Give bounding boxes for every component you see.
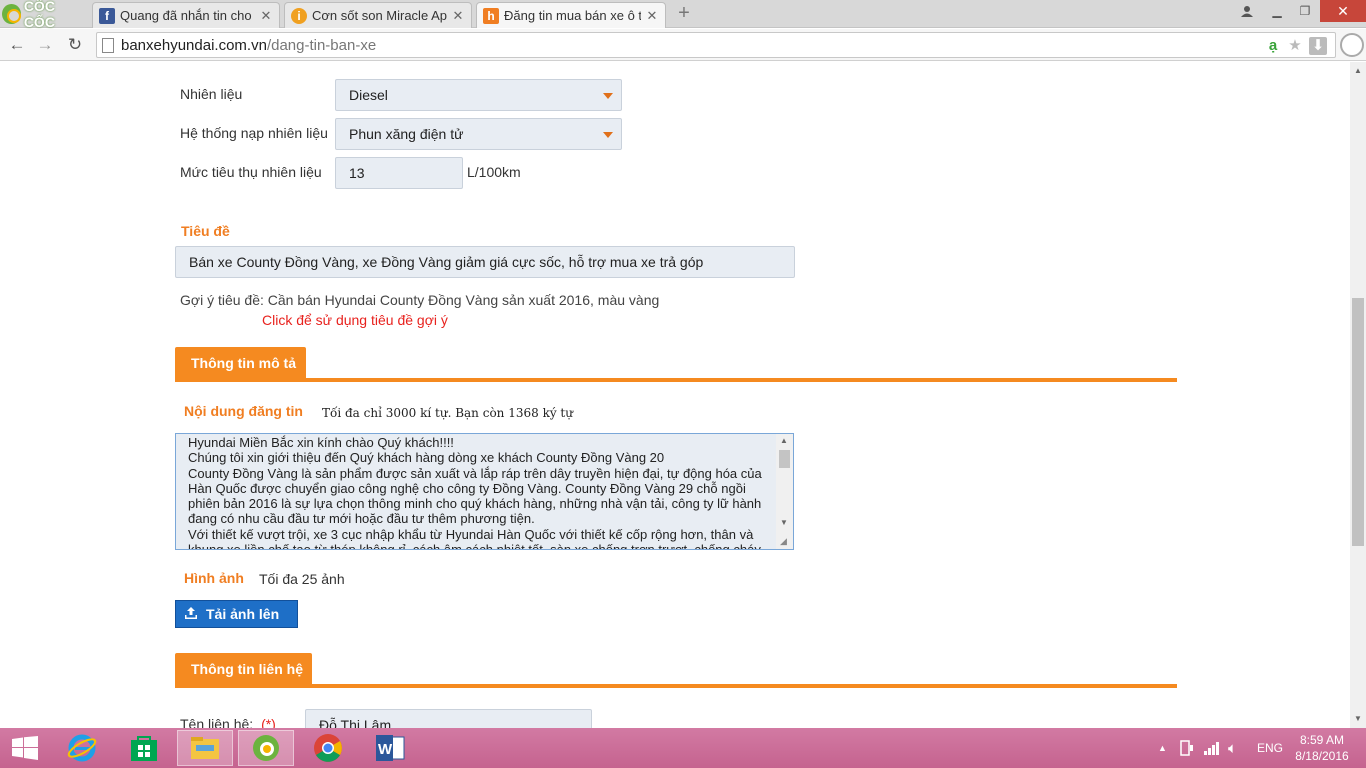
h-logo-icon: h	[483, 7, 499, 24]
coccoc-logo[interactable]: CỐC CỐC	[2, 0, 86, 30]
back-arrow-icon[interactable]: ←	[6, 34, 28, 56]
upload-images-button[interactable]: Tải ảnh lên	[175, 600, 298, 628]
fuel-system-value: Phun xăng điện tử	[349, 126, 464, 142]
title-value: Bán xe County Đồng Vàng, xe Đồng Vàng gi…	[189, 254, 704, 270]
consumption-value: 13	[349, 165, 365, 181]
svg-text:W: W	[378, 741, 393, 758]
chevron-down-icon	[603, 93, 613, 99]
images-limit-note: Tối đa 25 ảnh	[259, 571, 345, 587]
info-circle-icon: i	[291, 7, 307, 24]
scroll-down-icon[interactable]: ▼	[780, 518, 788, 527]
start-windows-icon[interactable]	[0, 730, 50, 766]
description-text: Hyundai Miền Bắc xin kính chào Quý khách…	[188, 435, 762, 550]
download-icon[interactable]: ⬇	[1309, 37, 1327, 55]
profile-icon[interactable]	[1340, 33, 1364, 57]
description-textarea[interactable]: Hyundai Miền Bắc xin kính chào Quý khách…	[175, 433, 794, 550]
bookmark-star-icon[interactable]: ★	[1285, 37, 1305, 55]
page-content: Nhiên liệu Diesel Hệ thống nạp nhiên liệ…	[0, 62, 1350, 728]
network-signal-icon[interactable]	[1204, 728, 1220, 768]
tab-title: Đăng tin mua bán xe ô tô	[504, 8, 641, 23]
url-field[interactable]: banxehyundai.com.vn/dang-tin-ban-xe ạ ★ …	[96, 32, 1336, 58]
clock-time: 8:59 AM	[1299, 733, 1345, 747]
clock-date: 8/18/2016	[1295, 749, 1349, 763]
chevron-down-icon	[603, 132, 613, 138]
tab-miracle-apo[interactable]: i Cơn sốt son Miracle Apo C ✕	[284, 2, 472, 28]
contact-name-input[interactable]: Đỗ Thị Lâm	[305, 709, 592, 728]
coccoc-logo-icon	[2, 4, 21, 24]
upload-icon	[185, 607, 197, 619]
clock[interactable]: 8:59 AM 8/18/2016	[1294, 728, 1350, 768]
close-tab-icon[interactable]: ✕	[259, 8, 273, 24]
windows-store-icon[interactable]	[116, 730, 172, 766]
tab-contact-info: Thông tin liên hệ	[175, 653, 312, 686]
content-heading: Nội dung đăng tin	[184, 403, 303, 419]
suggestion-value: Cần bán Hyundai County Đồng Vàng sản xuấ…	[267, 292, 660, 308]
contact-name-label: Tên liên hệ: (*)	[180, 716, 276, 728]
new-tab-icon[interactable]: +	[674, 3, 694, 24]
fuel-label: Nhiên liệu	[180, 86, 243, 102]
fuel-system-select[interactable]: Phun xăng điện tử	[335, 118, 622, 150]
close-tab-icon[interactable]: ✕	[645, 8, 659, 24]
resize-handle-icon[interactable]: ◢	[780, 536, 787, 547]
upload-button-label: Tải ảnh lên	[206, 606, 280, 622]
title-heading: Tiêu đề	[181, 223, 230, 239]
section-divider	[175, 378, 1177, 382]
coccoc-browser-icon[interactable]	[238, 730, 294, 766]
title-suggestion: Gợi ý tiêu đề: Cần bán Hyundai County Đồ…	[180, 292, 659, 308]
vietnamese-typing-icon[interactable]: ạ	[1263, 37, 1283, 55]
chrome-icon[interactable]	[300, 730, 356, 766]
tab-title: Quang đã nhắn tin cho bạ	[120, 8, 255, 23]
tablet-icon[interactable]	[1180, 728, 1194, 768]
images-heading: Hình ảnh	[184, 570, 244, 586]
page-scroll-thumb[interactable]	[1352, 298, 1364, 546]
close-window-icon[interactable]: ✕	[1320, 0, 1366, 22]
textarea-scrollbar[interactable]: ▲ ▼ ◢	[776, 434, 793, 549]
tab-facebook[interactable]: f Quang đã nhắn tin cho bạ ✕	[92, 2, 280, 28]
reload-icon[interactable]: ↻	[64, 34, 86, 56]
microsoft-word-icon[interactable]: W	[362, 730, 418, 766]
tab-description-info: Thông tin mô tả	[175, 347, 306, 380]
browser-tab-bar: CỐC CỐC f Quang đã nhắn tin cho bạ ✕ i C…	[0, 0, 1366, 30]
scroll-up-icon[interactable]: ▲	[780, 436, 788, 445]
textarea-scroll-thumb[interactable]	[779, 450, 790, 468]
close-tab-icon[interactable]: ✕	[451, 8, 465, 24]
forward-arrow-icon[interactable]: →	[34, 34, 56, 56]
facebook-icon: f	[99, 7, 115, 24]
show-hidden-icons[interactable]: ▲	[1158, 728, 1167, 768]
required-mark: (*)	[261, 716, 276, 728]
fuel-select[interactable]: Diesel	[335, 79, 622, 111]
volume-icon[interactable]: 🔈︎	[1228, 728, 1237, 768]
scroll-down-icon[interactable]: ▼	[1350, 714, 1366, 723]
coccoc-logo-text: CỐC CỐC	[23, 0, 55, 30]
internet-explorer-icon[interactable]	[54, 730, 110, 766]
language-indicator[interactable]: ENG	[1257, 728, 1283, 768]
minimize-icon[interactable]: ▁	[1262, 0, 1292, 22]
title-input[interactable]: Bán xe County Đồng Vàng, xe Đồng Vàng gi…	[175, 246, 795, 278]
url-text[interactable]: banxehyundai.com.vn/dang-tin-ban-xe	[121, 37, 376, 54]
page-scrollbar[interactable]: ▲ ▼	[1350, 62, 1366, 728]
character-limit-note: Tối đa chỉ 3000 kí tự. Bạn còn 1368 ký t…	[322, 406, 573, 420]
suggestion-label: Gợi ý tiêu đề:	[180, 292, 264, 308]
tab-title: Cơn sốt son Miracle Apo C	[312, 8, 447, 23]
fuel-value: Diesel	[349, 87, 388, 103]
restore-icon[interactable]: ❐	[1290, 0, 1320, 22]
use-suggestion-link[interactable]: Click để sử dụng tiêu đề gợi ý	[262, 312, 448, 328]
windows-taskbar: W ▲ 🔈︎ ENG 8:59 AM 8/18/2016	[0, 728, 1366, 768]
user-icon[interactable]	[1232, 0, 1262, 22]
fuel-system-label: Hệ thống nạp nhiên liệu	[180, 125, 328, 141]
page-icon	[102, 38, 114, 53]
section-divider	[175, 684, 1177, 688]
file-explorer-icon[interactable]	[177, 730, 233, 766]
contact-name-value: Đỗ Thị Lâm	[319, 717, 392, 728]
consumption-unit: L/100km	[467, 164, 521, 180]
scroll-up-icon[interactable]: ▲	[1350, 66, 1366, 75]
consumption-label: Mức tiêu thụ nhiên liệu	[180, 164, 322, 180]
address-bar: ← → ↻ banxehyundai.com.vn/dang-tin-ban-x…	[0, 29, 1366, 61]
tab-dang-tin[interactable]: h Đăng tin mua bán xe ô tô ✕	[476, 2, 666, 28]
consumption-input[interactable]: 13	[335, 157, 463, 189]
